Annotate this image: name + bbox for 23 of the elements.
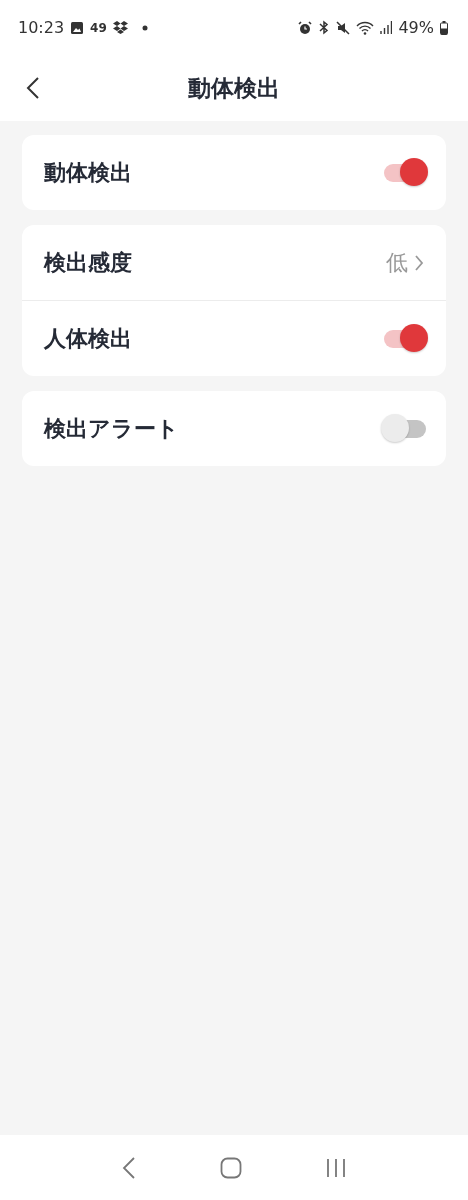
battery-percentage: 49% <box>398 18 434 37</box>
signal-icon <box>380 21 393 34</box>
mute-icon <box>336 20 351 35</box>
setting-label: 検出アラート <box>44 414 180 443</box>
chevron-right-icon <box>414 253 424 272</box>
back-nav-icon[interactable] <box>122 1156 136 1179</box>
page-title: 動体検出 <box>188 73 280 103</box>
dot-icon <box>141 24 148 31</box>
image-icon <box>70 20 85 35</box>
box-icon <box>112 21 128 34</box>
home-nav-icon[interactable] <box>220 1156 242 1179</box>
setting-value: 低 <box>386 248 408 277</box>
status-time: 10:23 <box>18 18 65 37</box>
battery-icon <box>440 20 448 35</box>
notification-count: 49 <box>90 20 107 35</box>
alarm-icon <box>298 20 313 35</box>
recents-nav-icon[interactable] <box>326 1157 346 1178</box>
setting-label: 動体検出 <box>44 158 133 187</box>
back-icon <box>26 76 40 100</box>
setting-label: 検出感度 <box>44 248 133 277</box>
wifi-icon <box>356 20 375 35</box>
bluetooth-icon <box>318 20 331 35</box>
setting-label: 人体検出 <box>44 324 133 353</box>
